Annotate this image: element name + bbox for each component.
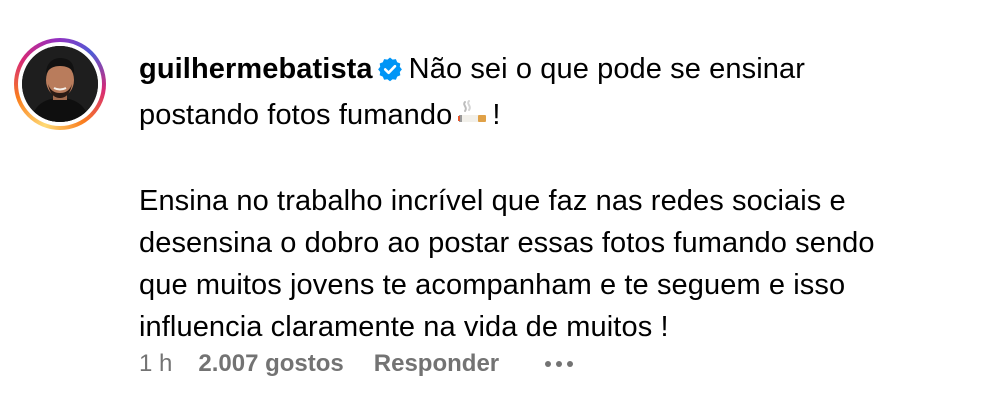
comment-line-4: Ensina no trabalho incrível que faz nas …: [139, 185, 846, 217]
comment-line-1: Não sei o que pode se ensinar: [408, 53, 805, 85]
more-dot: [556, 361, 563, 367]
avatar-image: [22, 46, 98, 122]
more-dot: [567, 361, 574, 367]
reply-button[interactable]: Responder: [374, 350, 499, 378]
likes-count-button[interactable]: 2.007 gostos: [198, 350, 343, 378]
comment-meta: 1 h 2.007 gostos Responder: [139, 346, 574, 382]
comment-line-2: postando fotos fumando: [139, 99, 453, 131]
comment-time[interactable]: 1 h: [139, 350, 172, 378]
comment-text: guilhermebatista Não sei o que pode se en…: [139, 48, 969, 348]
avatar[interactable]: [14, 38, 106, 130]
more-options-icon[interactable]: [545, 361, 574, 367]
smoking-cigarette-emoji-icon: [456, 96, 490, 138]
verified-badge-icon: [377, 52, 403, 94]
comment: guilhermebatista Não sei o que pode se en…: [0, 0, 1000, 411]
username-link[interactable]: guilhermebatista: [139, 53, 373, 85]
comment-line-2-end: !: [492, 99, 501, 131]
more-dot: [545, 361, 552, 367]
comment-line-5: desensina o dobro ao postar essas fotos …: [139, 227, 875, 259]
avatar-gap: [18, 42, 102, 126]
profile-photo-icon: [22, 46, 98, 122]
comment-line-6: que muitos jovens te acompanham e te seg…: [139, 269, 846, 301]
comment-first-line: guilhermebatista Não sei o que pode se en…: [139, 48, 969, 94]
comment-second-line: postando fotos fumando!: [139, 94, 969, 138]
comment-line-7: influencia claramente na vida de muitos …: [139, 311, 669, 343]
